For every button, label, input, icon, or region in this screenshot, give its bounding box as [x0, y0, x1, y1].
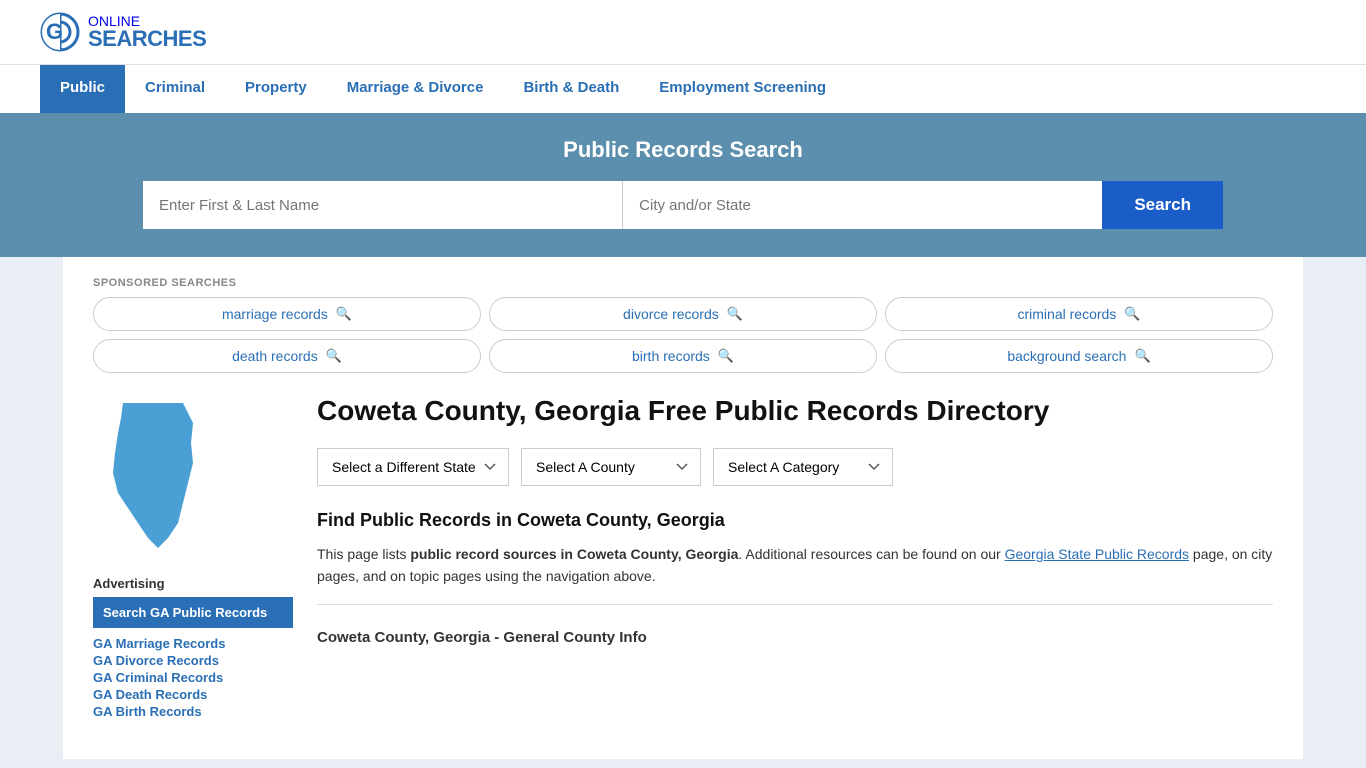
sponsored-text-marriage: marriage records — [222, 306, 328, 322]
sidebar-links: GA Marriage Records GA Divorce Records G… — [93, 636, 293, 719]
sponsored-grid: marriage records 🔍 divorce records 🔍 cri… — [93, 297, 1273, 373]
county-info-title: Coweta County, Georgia - General County … — [317, 621, 1273, 654]
sponsored-label: SPONSORED SEARCHES — [93, 277, 1273, 289]
nav-item-employment[interactable]: Employment Screening — [639, 65, 846, 113]
dropdowns-row: Select a Different State Select A County… — [317, 448, 1273, 486]
search-icon-divorce: 🔍 — [727, 306, 743, 322]
page-body: Advertising Search GA Public Records GA … — [93, 393, 1273, 719]
find-text-after-bold: . Additional resources can be found on o… — [738, 546, 1004, 562]
category-dropdown[interactable]: Select A Category — [713, 448, 893, 486]
georgia-state-records-link[interactable]: Georgia State Public Records — [1005, 546, 1189, 562]
sponsored-text-criminal: criminal records — [1018, 306, 1117, 322]
county-dropdown[interactable]: Select A County — [521, 448, 701, 486]
content-title: Coweta County, Georgia Free Public Recor… — [317, 393, 1273, 428]
state-dropdown[interactable]: Select a Different State — [317, 448, 509, 486]
search-banner-title: Public Records Search — [40, 137, 1326, 163]
georgia-state-map — [93, 393, 213, 553]
header: G ONLINE SEARCHES — [0, 0, 1366, 64]
find-records-title: Find Public Records in Coweta County, Ge… — [317, 510, 1273, 531]
logo-searches: SEARCHES — [88, 28, 206, 50]
nav-item-birth-death[interactable]: Birth & Death — [503, 65, 639, 113]
sidebar: Advertising Search GA Public Records GA … — [93, 393, 293, 719]
search-form: Search — [143, 181, 1223, 229]
main-wrapper: SPONSORED SEARCHES marriage records 🔍 di… — [63, 257, 1303, 759]
search-button[interactable]: Search — [1102, 181, 1223, 229]
search-icon-criminal: 🔍 — [1124, 306, 1140, 322]
main-nav: Public Criminal Property Marriage & Divo… — [0, 64, 1366, 113]
find-bold-text: public record sources in Coweta County, … — [410, 546, 738, 562]
sidebar-link-birth[interactable]: GA Birth Records — [93, 704, 293, 719]
nav-item-marriage-divorce[interactable]: Marriage & Divorce — [327, 65, 504, 113]
sidebar-ad-label: Advertising — [93, 576, 293, 591]
search-icon-death: 🔍 — [326, 348, 342, 364]
nav-item-property[interactable]: Property — [225, 65, 327, 113]
nav-item-public[interactable]: Public — [40, 65, 125, 113]
nav-item-criminal[interactable]: Criminal — [125, 65, 225, 113]
sponsored-item-background[interactable]: background search 🔍 — [885, 339, 1273, 373]
sidebar-link-divorce[interactable]: GA Divorce Records — [93, 653, 293, 668]
name-search-input[interactable] — [143, 181, 623, 229]
logo-link[interactable]: G ONLINE SEARCHES — [40, 12, 206, 52]
search-banner: Public Records Search Search — [0, 113, 1366, 257]
logo-text: ONLINE SEARCHES — [88, 14, 206, 50]
find-text-before-bold: This page lists — [317, 546, 410, 562]
sponsored-text-death: death records — [232, 348, 318, 364]
sponsored-text-divorce: divorce records — [623, 306, 719, 322]
find-records-text: This page lists public record sources in… — [317, 543, 1273, 588]
sidebar-link-marriage[interactable]: GA Marriage Records — [93, 636, 293, 651]
sponsored-item-death[interactable]: death records 🔍 — [93, 339, 481, 373]
sidebar-ad-highlight[interactable]: Search GA Public Records — [93, 597, 293, 628]
search-icon-birth: 🔍 — [718, 348, 734, 364]
sponsored-text-background: background search — [1007, 348, 1126, 364]
sponsored-text-birth: birth records — [632, 348, 710, 364]
sponsored-item-divorce[interactable]: divorce records 🔍 — [489, 297, 877, 331]
section-divider — [317, 604, 1273, 605]
main-content: Coweta County, Georgia Free Public Recor… — [317, 393, 1273, 719]
sidebar-link-criminal[interactable]: GA Criminal Records — [93, 670, 293, 685]
logo-icon: G — [40, 12, 80, 52]
search-icon-background: 🔍 — [1134, 348, 1150, 364]
search-icon-marriage: 🔍 — [336, 306, 352, 322]
sidebar-link-death[interactable]: GA Death Records — [93, 687, 293, 702]
location-search-input[interactable] — [623, 181, 1102, 229]
sponsored-item-criminal[interactable]: criminal records 🔍 — [885, 297, 1273, 331]
sponsored-item-marriage[interactable]: marriage records 🔍 — [93, 297, 481, 331]
svg-text:G: G — [46, 19, 63, 44]
sponsored-item-birth[interactable]: birth records 🔍 — [489, 339, 877, 373]
